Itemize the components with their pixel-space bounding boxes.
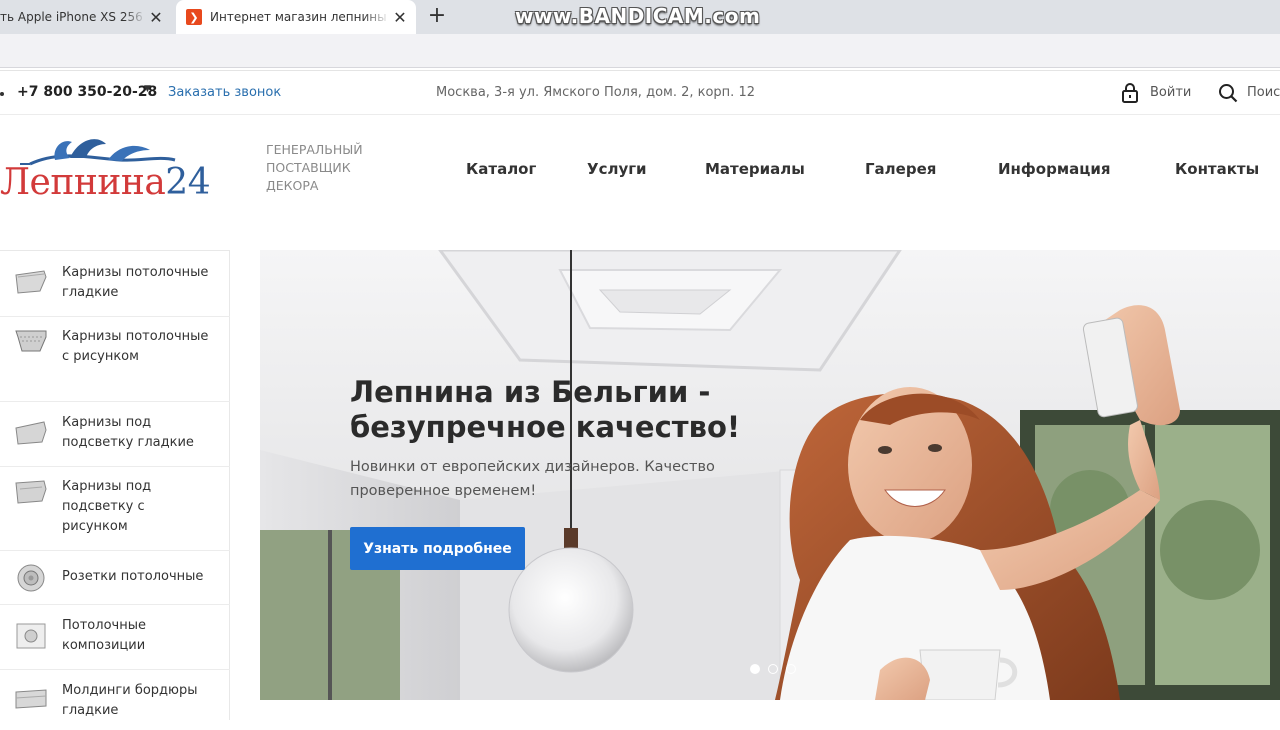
close-icon[interactable]: ✕ bbox=[146, 7, 166, 27]
catalog-sidebar: Карнизы потолочные гладкие Карнизы потол… bbox=[0, 250, 230, 720]
cornice-thumbnail-icon bbox=[15, 270, 47, 294]
login-link[interactable]: Войти bbox=[1150, 85, 1191, 100]
sidebar-item-cornices-pattern[interactable]: Карнизы потолочные с рисунком bbox=[0, 317, 230, 402]
divider bbox=[0, 68, 1280, 71]
nav-information[interactable]: Информация bbox=[998, 160, 1111, 178]
nav-catalog[interactable]: Каталог bbox=[466, 160, 536, 178]
sidebar-item-label: Карнизы под подсветку гладкие bbox=[62, 415, 194, 450]
top-info-bar: +7 800 350-20-28 ▼ Заказать звонок Москв… bbox=[0, 72, 1280, 115]
browser-tab-inactive[interactable]: ть Apple iPhone XS 256 ГБ з ✕ bbox=[0, 0, 172, 34]
search-link[interactable]: Поис bbox=[1247, 85, 1280, 100]
recording-watermark: www.BANDICAM.com bbox=[515, 4, 761, 28]
slider-pagination bbox=[750, 664, 796, 676]
browser-tab-bar: ть Apple iPhone XS 256 ГБ з ✕ ❯ Интернет… bbox=[0, 0, 1280, 34]
hero-subtitle: Новинки от европейских дизайнеров. Качес… bbox=[350, 459, 715, 499]
sidebar-item-compositions[interactable]: Потолочные композиции bbox=[0, 605, 230, 670]
slider-dot[interactable] bbox=[786, 664, 796, 674]
hero-title: Лепнина из Бельгии - безупречное качеств… bbox=[350, 375, 741, 444]
search-icon[interactable] bbox=[1218, 83, 1238, 103]
new-tab-button[interactable]: + bbox=[424, 5, 450, 29]
sidebar-item-label: Розетки потолочные bbox=[62, 569, 204, 584]
callback-link[interactable]: Заказать звонок bbox=[168, 85, 281, 100]
tab-title: ть Apple iPhone XS 256 ГБ з bbox=[0, 10, 146, 24]
nav-gallery[interactable]: Галерея bbox=[865, 160, 936, 178]
lock-icon[interactable] bbox=[1121, 83, 1139, 103]
sidebar-item-cornices-smooth[interactable]: Карнизы потолочные гладкие bbox=[0, 251, 230, 317]
phone-number[interactable]: +7 800 350-20-28 bbox=[17, 84, 157, 100]
sidebar-item-backlight-smooth[interactable]: Карнизы под подсветку гладкие bbox=[0, 402, 230, 467]
slider-dot[interactable] bbox=[768, 664, 778, 674]
molding-thumbnail-icon bbox=[15, 689, 47, 709]
close-icon[interactable]: ✕ bbox=[390, 7, 410, 27]
cornice-thumbnail-icon bbox=[15, 480, 47, 504]
cornice-thumbnail-icon bbox=[15, 421, 47, 445]
nav-contacts[interactable]: Контакты bbox=[1175, 160, 1259, 178]
cornice-thumbnail-icon bbox=[15, 330, 47, 352]
sidebar-item-label: Карнизы под подсветку с рисунком bbox=[62, 479, 152, 534]
sidebar-item-rosettes[interactable]: Розетки потолочные bbox=[0, 551, 230, 605]
tab-title: Интернет магазин лепнины и л bbox=[210, 10, 390, 24]
sidebar-item-label: Карнизы потолочные с рисунком bbox=[62, 329, 209, 364]
phone-icon bbox=[0, 92, 4, 96]
sidebar-item-backlight-pattern[interactable]: Карнизы под подсветку с рисунком bbox=[0, 467, 230, 551]
sidebar-item-label: Карнизы потолочные гладкие bbox=[62, 265, 209, 300]
sidebar-item-label: Потолочные композиции bbox=[62, 618, 146, 653]
chevron-down-icon[interactable]: ▼ bbox=[144, 84, 151, 94]
site-favicon-icon: ❯ bbox=[186, 9, 202, 25]
sidebar-item-label: Молдинги бордюры гладкие bbox=[62, 683, 198, 718]
nav-materials[interactable]: Материалы bbox=[705, 160, 805, 178]
browser-tab-active[interactable]: ❯ Интернет магазин лепнины и л ✕ bbox=[176, 0, 416, 34]
main-nav: Каталог Услуги Материалы Галерея Информа… bbox=[0, 160, 1280, 180]
slider-dot[interactable] bbox=[750, 664, 760, 674]
browser-toolbar bbox=[0, 34, 1280, 68]
hero-slider: Лепнина из Бельгии - безупречное качеств… bbox=[260, 250, 1280, 700]
composition-thumbnail-icon bbox=[16, 623, 46, 649]
sidebar-item-moldings[interactable]: Молдинги бордюры гладкие bbox=[0, 670, 230, 730]
store-address: Москва, 3-я ул. Ямского Поля, дом. 2, ко… bbox=[436, 85, 755, 100]
rosette-thumbnail-icon bbox=[17, 564, 45, 592]
learn-more-button[interactable]: Узнать подробнее bbox=[350, 527, 525, 570]
nav-services[interactable]: Услуги bbox=[587, 160, 647, 178]
